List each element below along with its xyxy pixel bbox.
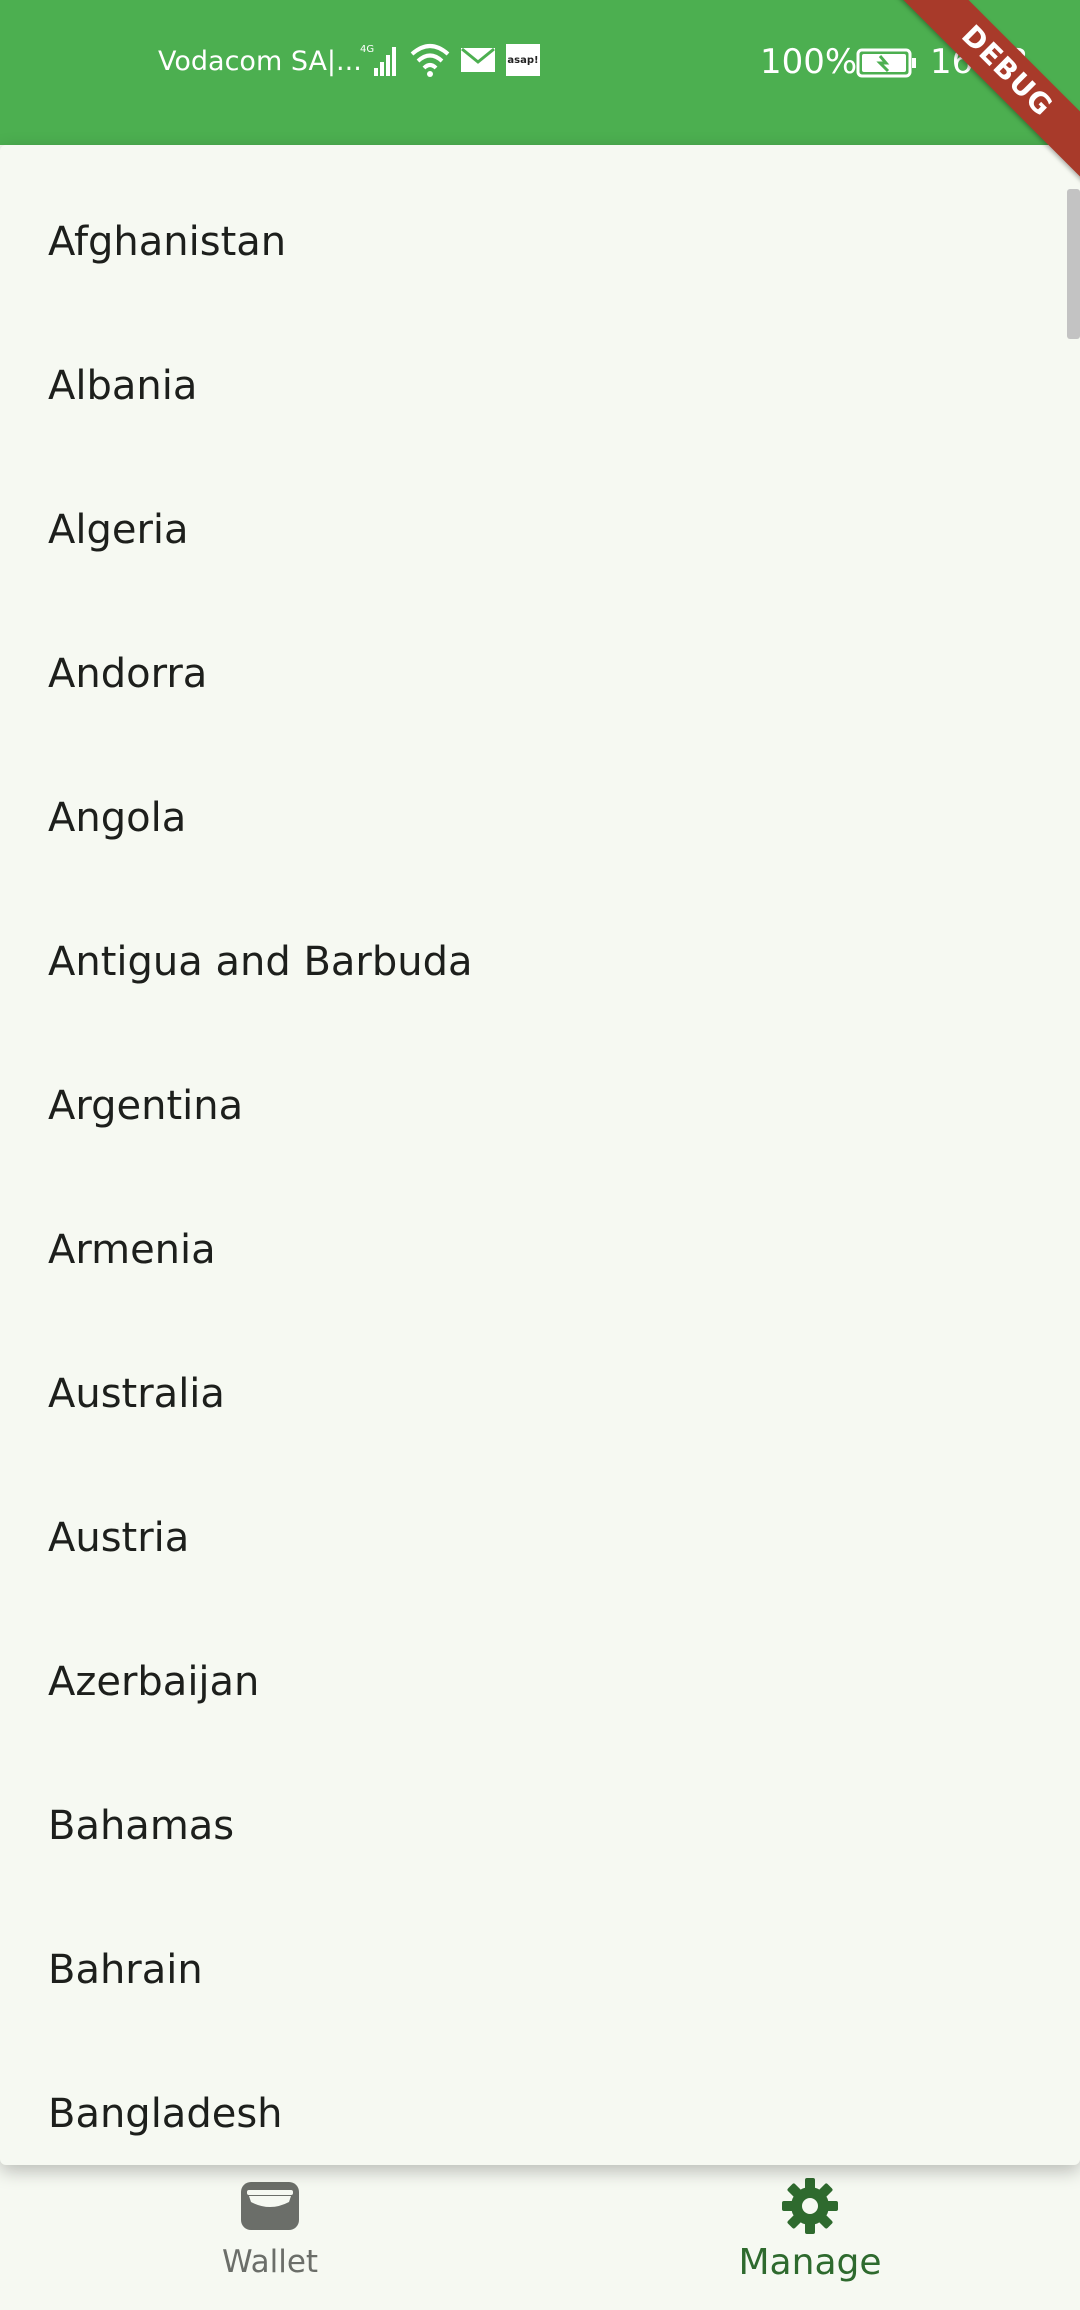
- nav-wallet[interactable]: Wallet: [0, 2160, 540, 2310]
- list-item[interactable]: Albania: [0, 314, 1080, 458]
- wifi-icon: [410, 42, 450, 78]
- country-picker-sheet: Afghanistan Albania Algeria Andorra Angola An…: [0, 145, 1080, 2165]
- list-item[interactable]: Azerbaijan: [0, 1610, 1080, 1754]
- country-list: Afghanistan Albania Algeria Andorra Angola An…: [0, 170, 1080, 2165]
- list-item[interactable]: Andorra: [0, 602, 1080, 746]
- signal-icon: 4G: [360, 42, 400, 78]
- battery-icon: [856, 48, 918, 82]
- list-item[interactable]: Angola: [0, 746, 1080, 890]
- mail-icon: [460, 46, 496, 74]
- battery-percent: 100%: [760, 42, 858, 82]
- list-item[interactable]: Australia: [0, 1322, 1080, 1466]
- list-item[interactable]: Antigua and Barbuda: [0, 890, 1080, 1034]
- list-item[interactable]: Austria: [0, 1466, 1080, 1610]
- nav-wallet-label: Wallet: [221, 2244, 319, 2280]
- nav-manage[interactable]: Manage: [540, 2160, 1080, 2310]
- wallet-icon: [239, 2176, 301, 2236]
- list-item[interactable]: Afghanistan: [0, 170, 1080, 314]
- bottom-navigation: Wallet Manage: [0, 2160, 1080, 2310]
- status-icons: 4G asap!: [360, 40, 540, 80]
- asap-app-icon: asap!: [506, 44, 540, 76]
- list-item[interactable]: Bangladesh: [0, 2042, 1080, 2165]
- gear-icon: [780, 2176, 840, 2236]
- list-item[interactable]: Bahamas: [0, 1754, 1080, 1898]
- list-item[interactable]: Argentina: [0, 1034, 1080, 1178]
- list-item[interactable]: Algeria: [0, 458, 1080, 602]
- carrier-name: Vodacom SA|...: [158, 46, 362, 77]
- list-item[interactable]: Bahrain: [0, 1898, 1080, 2042]
- status-bar: Vodacom SA|... 4G asap! 100%: [0, 0, 1080, 145]
- list-item[interactable]: Armenia: [0, 1178, 1080, 1322]
- nav-manage-label: Manage: [738, 2242, 882, 2283]
- scrollbar[interactable]: [1067, 189, 1080, 339]
- network-type: 4G: [360, 44, 374, 55]
